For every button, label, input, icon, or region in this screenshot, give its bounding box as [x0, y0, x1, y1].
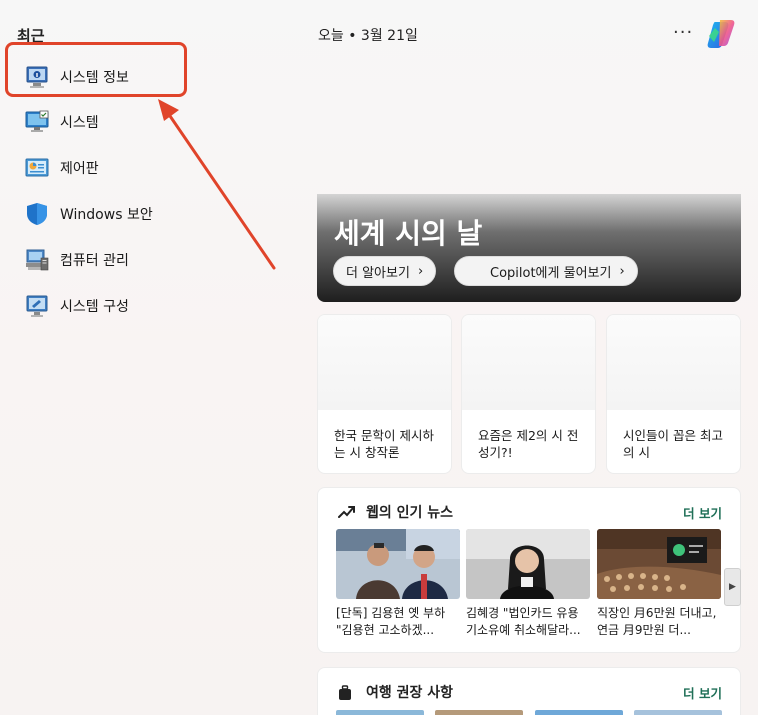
card-text: 요즘은 제2의 시 전성기?! [478, 428, 579, 460]
news-item[interactable]: [단독] 김용현 옛 부하 "김용현 고소하겠... [336, 529, 460, 639]
recent-item-label: 시스템 구성 [60, 299, 129, 315]
card-text: 시인들이 꼽은 최고의 시 [623, 428, 723, 460]
travel-panel-header: 여행 권장 사항 [338, 682, 453, 702]
card-thumbnail [607, 315, 740, 410]
travel-thumbnail[interactable] [535, 710, 623, 715]
news-panel-header: 웹의 인기 뉴스 [338, 502, 453, 522]
trending-news-panel: 웹의 인기 뉴스 더 보기 [단독] 김용현 옛 부하 "김용현 고소하겠... [317, 487, 741, 653]
news-caption: 김혜경 "법인카드 유용 기소유예 취소해달라... [466, 606, 581, 637]
news-panel-title: 웹의 인기 뉴스 [366, 505, 454, 521]
recent-item-system-configuration[interactable]: 시스템 구성 [24, 288, 274, 324]
more-options-button[interactable]: ··· [673, 22, 693, 43]
travel-panel: 여행 권장 사항 더 보기 [317, 667, 741, 715]
travel-thumbnail[interactable] [435, 710, 523, 715]
news-item[interactable]: 직장인 月6만원 더내고, 연금 月9만원 더... [597, 529, 721, 639]
topic-card[interactable]: 시인들이 꼽은 최고의 시 [606, 314, 741, 474]
copilot-logo-icon[interactable] [705, 18, 737, 50]
topic-cards: 한국 문학이 제시하는 시 창작론 요즘은 제2의 시 전성기?! 시인들이 꼽… [317, 314, 741, 474]
recent-item-label: 제어판 [60, 161, 99, 177]
highlight-box [5, 42, 187, 97]
travel-thumbnail[interactable] [634, 710, 722, 715]
chevron-right-icon: › [619, 263, 625, 279]
date-line: 오늘 • 3월 21일 [318, 28, 418, 44]
recent-item-label: Windows 보안 [60, 207, 153, 223]
ask-copilot-button[interactable]: Copilot에게 물어보기 › [454, 256, 638, 286]
news-more-link[interactable]: 더 보기 [683, 503, 722, 522]
card-text: 한국 문학이 제시하는 시 창작론 [334, 428, 434, 460]
chevron-right-icon: › [417, 263, 424, 279]
recent-item-system[interactable]: 시스템 [24, 104, 274, 140]
hero-title: 세계 시의 날 [334, 217, 483, 250]
control-panel-icon [24, 155, 50, 181]
topic-card[interactable]: 요즘은 제2의 시 전성기?! [461, 314, 596, 474]
ask-copilot-label: Copilot에게 물어보기 [490, 265, 612, 281]
news-caption: 직장인 月6만원 더내고, 연금 月9만원 더... [597, 606, 717, 637]
recent-item-computer-management[interactable]: 컴퓨터 관리 [24, 242, 274, 278]
shield-icon [24, 201, 50, 227]
suitcase-icon [338, 685, 356, 700]
news-scroll-right-button[interactable]: ▶ [724, 568, 741, 606]
system-config-icon [24, 293, 50, 319]
hero-banner[interactable]: 세계 시의 날 더 알아보기 › Copilot에게 물어보기 › [317, 194, 741, 302]
news-caption: [단독] 김용현 옛 부하 "김용현 고소하겠... [336, 606, 446, 637]
card-thumbnail [462, 315, 595, 410]
news-thumbnail [466, 529, 590, 599]
computer-management-icon [24, 247, 50, 273]
recent-item-label: 시스템 [60, 115, 99, 131]
news-item[interactable]: 김혜경 "법인카드 유용 기소유예 취소해달라... [466, 529, 590, 639]
learn-more-label: 더 알아보기 [346, 265, 410, 281]
recent-item-label: 컴퓨터 관리 [60, 253, 129, 269]
news-thumbnail [336, 529, 460, 599]
news-thumbnail [597, 529, 721, 599]
recent-item-windows-security[interactable]: Windows 보안 [24, 196, 274, 232]
travel-panel-title: 여행 권장 사항 [366, 685, 454, 701]
trending-arrow-icon [338, 505, 356, 519]
travel-more-link[interactable]: 더 보기 [683, 683, 722, 702]
topic-card[interactable]: 한국 문학이 제시하는 시 창작론 [317, 314, 452, 474]
travel-thumbnail[interactable] [336, 710, 424, 715]
card-thumbnail [318, 315, 451, 410]
recent-item-control-panel[interactable]: 제어판 [24, 150, 274, 186]
system-monitor-icon [24, 109, 50, 135]
learn-more-button[interactable]: 더 알아보기 › [333, 256, 437, 286]
